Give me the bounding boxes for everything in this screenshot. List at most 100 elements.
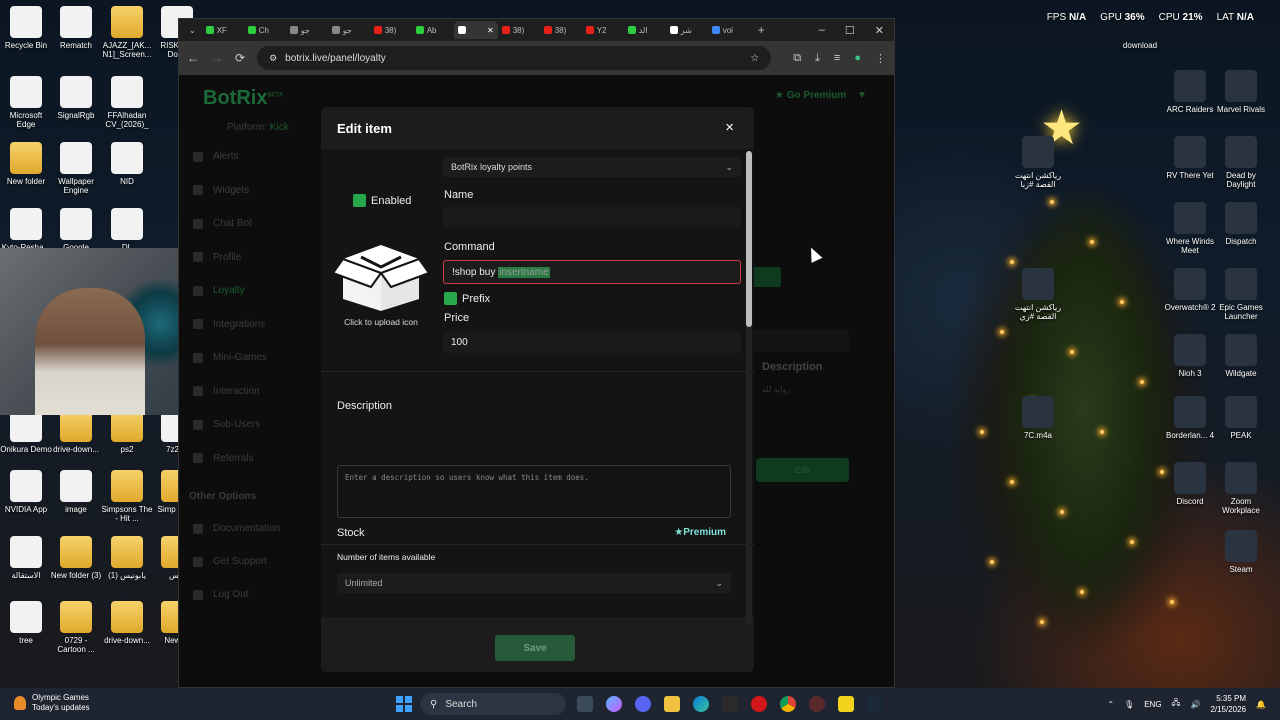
tab[interactable]: 38) <box>498 21 540 39</box>
desktop-icon[interactable]: NID <box>101 142 153 186</box>
minimize-button[interactable]: – <box>819 24 825 37</box>
sidebar-item-alerts[interactable]: Alerts <box>193 151 239 162</box>
prefix-checkbox[interactable]: Prefix <box>444 292 490 305</box>
desktop-icon[interactable]: Wildgate <box>1215 334 1267 378</box>
tab[interactable]: XF <box>202 21 244 39</box>
stock-select[interactable]: Unlimited ⌄ <box>337 573 731 593</box>
file-explorer-icon[interactable] <box>664 696 680 712</box>
desktop-icon[interactable]: Kyto-Resha... <box>0 208 52 252</box>
tab-search-icon[interactable]: ⌄ <box>183 26 202 35</box>
sidebar-item-mini-games[interactable]: Mini-Games <box>193 352 267 363</box>
tab[interactable]: شر <box>666 21 708 39</box>
tray-overflow-icon[interactable]: ⌃ <box>1107 700 1114 709</box>
desktop-icon[interactable]: Marvel Rivals <box>1215 70 1267 114</box>
desktop-icon[interactable]: Overwatch® 2 <box>1164 268 1216 312</box>
task-view-icon[interactable] <box>577 696 593 712</box>
back-icon[interactable]: ← <box>187 51 199 65</box>
desktop-icon[interactable]: download <box>1114 6 1166 50</box>
sidebar-item-log-out[interactable]: Log Out <box>193 589 249 600</box>
language-indicator[interactable]: ENG <box>1144 700 1161 709</box>
desktop-icon[interactable]: Microsoft Edge <box>0 76 52 129</box>
network-icon[interactable]: 🖧 <box>1172 697 1181 711</box>
enabled-checkbox[interactable]: Enabled <box>353 194 411 207</box>
sidebar-item-sub-users[interactable]: Sub-Users <box>193 419 260 430</box>
desktop-icon[interactable]: drive-down... <box>101 601 153 645</box>
desktop-icon[interactable]: Simpsons The - Hit ... <box>101 470 153 523</box>
modal-scrollbar[interactable] <box>746 151 752 625</box>
upload-icon-text[interactable]: Click to upload icon <box>321 317 441 327</box>
menu-icon[interactable]: ⋮ <box>875 52 886 65</box>
tab[interactable]: voi <box>708 21 750 39</box>
desktop-icon[interactable]: Wallpaper Engine <box>50 142 102 195</box>
desktop-icon[interactable]: ps2 <box>101 410 153 454</box>
copilot-icon[interactable] <box>606 696 622 712</box>
modal-scrollbar-thumb[interactable] <box>746 151 752 327</box>
tab[interactable]: جو <box>328 21 370 39</box>
desktop-icon[interactable]: الاستقالة <box>0 536 52 580</box>
desktop-icon[interactable]: Zoom Workplace <box>1215 462 1267 515</box>
clock[interactable]: 5:35 PM 2/15/2026 <box>1210 693 1246 715</box>
premium-badge[interactable]: ★Premium <box>674 527 726 538</box>
desktop-icon[interactable]: SignalRgb <box>50 76 102 120</box>
desktop-icon[interactable]: Recycle Bin <box>0 6 52 50</box>
tab-close-icon[interactable]: ✕ <box>487 26 494 35</box>
desktop-icon[interactable]: PEAK <box>1215 396 1267 440</box>
app-taskbar-icon[interactable] <box>809 696 825 712</box>
tab[interactable]: 38) <box>370 21 412 39</box>
desktop-icon[interactable]: 7C.m4a <box>1012 396 1064 440</box>
media-icon[interactable]: ≡ <box>834 52 840 65</box>
new-tab-button[interactable]: + <box>750 23 773 37</box>
desktop-icon[interactable]: Rematch <box>50 6 102 50</box>
tab-active[interactable]: ✕ <box>453 21 498 39</box>
desktop-icon[interactable]: Steam <box>1215 530 1267 574</box>
sidebar-item-widgets[interactable]: Widgets <box>193 185 249 196</box>
desktop-icon[interactable]: Nioh 3 <box>1164 334 1216 378</box>
currency-select[interactable]: BotRix loyalty points ⌄ <box>443 157 741 177</box>
desktop-icon[interactable]: drive-down... <box>50 410 102 454</box>
close-icon[interactable]: × <box>725 119 734 136</box>
name-input[interactable] <box>443 207 741 227</box>
forward-icon[interactable]: → <box>211 51 223 65</box>
tab[interactable]: Ab <box>412 21 454 39</box>
desktop-icon[interactable]: Onikura Demo <box>0 410 52 454</box>
box-upload-icon[interactable] <box>333 241 429 311</box>
desktop-icon[interactable]: New folder (3) <box>50 536 102 580</box>
volume-icon[interactable]: 🔊 <box>1190 700 1200 709</box>
desktop-icon[interactable]: 0729 - Cartoon ... <box>50 601 102 654</box>
microphone-icon[interactable]: 🎙 <box>1124 700 1134 709</box>
download-icon[interactable]: ⤓ <box>815 52 820 65</box>
desktop-icon[interactable]: رياكشن انتهت القصة #زبا <box>1012 136 1064 189</box>
save-button[interactable]: Save <box>495 635 575 661</box>
taskbar-search[interactable]: ⚲ Search <box>420 693 566 715</box>
desktop-icon[interactable]: FFAlhadan CV_(2026)_ <box>101 76 153 129</box>
sidebar-item-profile[interactable]: Profile <box>193 252 241 263</box>
desktop-icon[interactable]: New folder <box>0 142 52 186</box>
sticky-notes-icon[interactable] <box>838 696 854 712</box>
price-input[interactable]: 100 <box>443 331 741 353</box>
tab[interactable]: جو <box>286 21 328 39</box>
desktop-icon[interactable]: image <box>50 470 102 514</box>
bookmark-star-icon[interactable]: ☆ <box>750 53 759 64</box>
sidebar-item-integrations[interactable]: Integrations <box>193 319 265 330</box>
news-widget[interactable]: Olympic Games Today's updates <box>14 693 90 713</box>
sidebar-item-referrals[interactable]: Referrals <box>193 453 254 464</box>
discord-taskbar-icon[interactable] <box>635 696 651 712</box>
desktop-icon[interactable]: tree <box>0 601 52 645</box>
desktop-icon[interactable]: يابونيس (1) <box>101 536 153 580</box>
desktop-icon[interactable]: Epic Games Launcher <box>1215 268 1267 321</box>
extensions-icon[interactable]: ⧉ <box>793 52 801 65</box>
command-input[interactable]: !shop buy insertname <box>443 260 741 284</box>
profile-avatar-icon[interactable]: ● <box>854 52 861 65</box>
desktop-icon[interactable]: Dead by Daylight <box>1215 136 1267 189</box>
desktop-icon[interactable]: Google <box>50 208 102 252</box>
edge-taskbar-icon[interactable] <box>693 696 709 712</box>
close-window-button[interactable]: ✕ <box>875 24 884 37</box>
tab[interactable]: الد <box>624 21 666 39</box>
store-icon[interactable] <box>722 696 738 712</box>
description-textarea[interactable]: Enter a description so users know what t… <box>337 465 731 518</box>
tab[interactable]: Y2 <box>582 21 624 39</box>
tab[interactable]: Ch <box>244 21 286 39</box>
chrome-taskbar-icon[interactable] <box>780 696 796 712</box>
tab[interactable]: 38) <box>540 21 582 39</box>
address-bar[interactable]: ⚙ botrix.live/panel/loyalty ☆ <box>257 46 772 70</box>
